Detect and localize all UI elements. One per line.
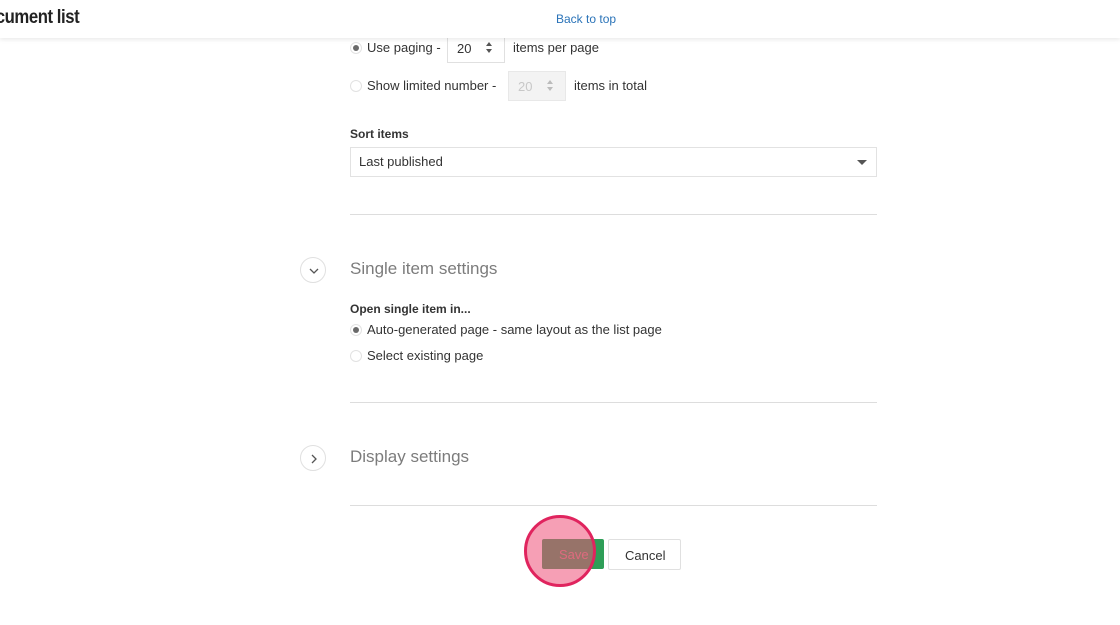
auto-generated-page-label: Auto-generated page - same layout as the… bbox=[367, 322, 662, 337]
display-settings-section-title[interactable]: Display settings bbox=[350, 447, 469, 467]
back-to-top-link[interactable]: Back to top bbox=[556, 12, 616, 26]
chevron-right-icon bbox=[311, 454, 317, 464]
caret-down-icon bbox=[857, 160, 867, 165]
display-settings-toggle-button[interactable] bbox=[300, 445, 326, 471]
top-bar: ocument list Back to top bbox=[0, 0, 1120, 38]
single-item-section-title[interactable]: Single item settings bbox=[350, 259, 497, 279]
sort-items-select[interactable]: Last published bbox=[350, 147, 877, 177]
single-item-toggle-button[interactable] bbox=[300, 257, 326, 283]
select-existing-page-radio[interactable] bbox=[350, 350, 362, 362]
items-total-suffix: items in total bbox=[574, 78, 647, 93]
auto-generated-page-radio[interactable] bbox=[350, 324, 362, 336]
divider bbox=[350, 402, 877, 403]
show-limited-label: Show limited number - bbox=[367, 78, 497, 93]
items-per-page-suffix: items per page bbox=[513, 40, 599, 55]
divider bbox=[350, 214, 877, 215]
spinner-icon bbox=[547, 78, 555, 94]
chevron-down-icon bbox=[309, 268, 319, 274]
open-single-item-title: Open single item in... bbox=[350, 302, 471, 316]
spinner-icon[interactable] bbox=[486, 40, 494, 56]
items-total-value: 20 bbox=[518, 79, 533, 94]
items-per-page-value: 20 bbox=[457, 41, 472, 56]
cancel-button[interactable]: Cancel bbox=[608, 539, 681, 570]
use-paging-radio[interactable] bbox=[350, 42, 362, 54]
use-paging-label: Use paging - bbox=[367, 40, 441, 55]
page-title: ocument list bbox=[0, 7, 80, 28]
select-existing-page-label: Select existing page bbox=[367, 348, 484, 363]
show-limited-radio[interactable] bbox=[350, 80, 362, 92]
sort-items-value: Last published bbox=[359, 154, 443, 169]
divider bbox=[350, 505, 877, 506]
items-total-stepper: 20 bbox=[508, 71, 566, 101]
cancel-button-label: Cancel bbox=[625, 548, 666, 563]
save-button[interactable]: Save bbox=[542, 539, 604, 569]
save-button-label: Save bbox=[559, 547, 589, 562]
sort-items-title: Sort items bbox=[350, 127, 409, 141]
